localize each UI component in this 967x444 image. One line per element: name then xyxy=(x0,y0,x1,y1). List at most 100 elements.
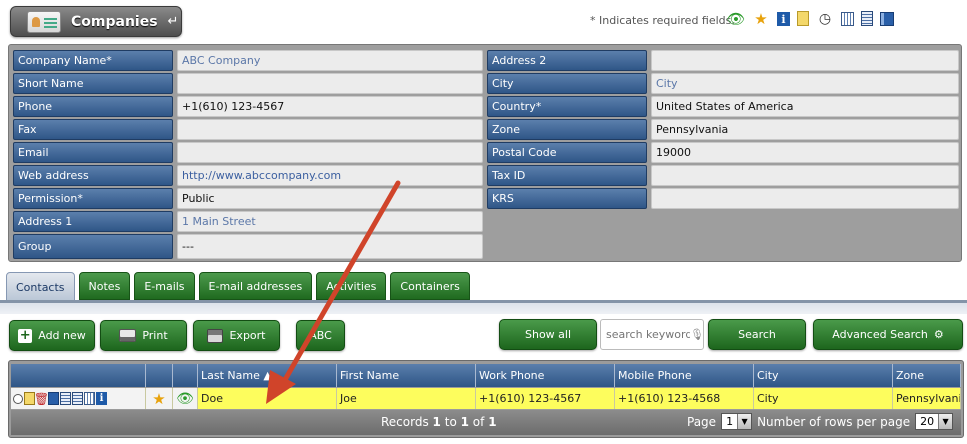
field-phone: Phone +1(610) 123-4567 xyxy=(13,96,483,117)
chevron-down-icon: ▼ xyxy=(737,414,752,429)
companies-title-button[interactable]: Companies ↵ xyxy=(10,6,182,37)
email-field[interactable] xyxy=(177,142,483,163)
header-actions xyxy=(11,364,146,387)
chevron-down-icon: ▼ xyxy=(938,414,953,429)
field-label: City xyxy=(487,73,647,94)
phone-field[interactable]: +1(610) 123-4567 xyxy=(177,96,483,117)
companies-icon xyxy=(27,10,61,33)
search-box: 🎙 xyxy=(600,319,704,350)
abc-button[interactable]: ABC xyxy=(296,320,345,351)
book-icon[interactable] xyxy=(880,12,894,26)
field-label: Country* xyxy=(487,96,647,117)
address-1-field[interactable]: 1 Main Street xyxy=(177,211,483,232)
country-field[interactable]: United States of America xyxy=(651,96,959,117)
star-icon[interactable]: ★ xyxy=(752,10,770,28)
calendar-icon[interactable] xyxy=(841,12,854,26)
address-2-field[interactable] xyxy=(651,50,959,71)
field-label: Short Name xyxy=(13,73,173,94)
short-name-field[interactable] xyxy=(177,73,483,94)
field-company-name: Company Name* ABC Company xyxy=(13,50,483,71)
field-email: Email xyxy=(13,142,483,163)
document-icon[interactable] xyxy=(60,392,71,405)
document-icon[interactable] xyxy=(861,11,873,26)
print-button[interactable]: Print xyxy=(100,320,187,351)
delete-icon[interactable]: 🗑 xyxy=(34,392,49,406)
tab-emails[interactable]: E-mails xyxy=(134,272,195,300)
print-label: Print xyxy=(142,329,168,342)
view-details-icon[interactable] xyxy=(13,393,23,404)
header-last-name[interactable]: Last Name ▲ xyxy=(198,364,337,387)
tab-contacts[interactable]: Contacts xyxy=(6,272,75,302)
group-field[interactable]: --- xyxy=(177,234,483,259)
microphone-icon[interactable]: 🎙 xyxy=(690,328,704,341)
records-total: 1 xyxy=(488,415,497,429)
pager: Page 1 ▼ Number of rows per page 20 ▼ xyxy=(687,413,954,430)
tab-activities[interactable]: Activities xyxy=(316,272,387,300)
tab-containers[interactable]: Containers xyxy=(390,272,470,300)
header-city[interactable]: City xyxy=(754,364,893,387)
records-from: 1 xyxy=(432,415,441,429)
add-new-button[interactable]: + Add new xyxy=(9,320,95,351)
field-fax: Fax xyxy=(13,119,483,140)
web-address-link[interactable]: http://www.abccompany.com xyxy=(177,165,483,186)
field-address-1: Address 1 1 Main Street xyxy=(13,211,483,232)
calendar-icon[interactable] xyxy=(84,392,95,405)
page-select[interactable]: 1 ▼ xyxy=(721,413,753,430)
cell-last-name: Doe xyxy=(198,388,337,409)
notes-icon[interactable] xyxy=(797,11,809,26)
table-row[interactable]: 🗑 i ★ 👁 Doe Joe +1(610) 123-4567 +1(610)… xyxy=(11,388,961,409)
search-label: Search xyxy=(738,328,776,341)
copy-icon[interactable] xyxy=(72,392,83,405)
field-label: Address 1 xyxy=(13,211,173,232)
page-value: 1 xyxy=(726,415,734,428)
cell-city: City xyxy=(754,388,893,409)
field-postal-code: Postal Code 19000 xyxy=(487,142,959,163)
fax-field[interactable] xyxy=(177,119,483,140)
field-label: Fax xyxy=(13,119,173,140)
export-button[interactable]: Export xyxy=(193,320,280,351)
tax-id-field[interactable] xyxy=(651,165,959,186)
search-input[interactable] xyxy=(606,328,690,341)
field-city: City City xyxy=(487,73,959,94)
eye-icon[interactable]: 👁 xyxy=(173,388,198,409)
rows-per-page-value: 20 xyxy=(920,415,935,428)
permission-field[interactable]: Public xyxy=(177,188,483,209)
add-new-label: Add new xyxy=(38,329,86,342)
krs-field[interactable] xyxy=(651,188,959,209)
show-all-label: Show all xyxy=(524,328,572,341)
field-country: Country* United States of America xyxy=(487,96,959,117)
field-group: Group --- xyxy=(13,234,483,259)
tab-email-addresses[interactable]: E-mail addresses xyxy=(198,272,313,300)
search-button[interactable]: Search xyxy=(708,319,806,350)
header-zone[interactable]: Zone xyxy=(893,364,961,387)
rows-per-page-select[interactable]: 20 ▼ xyxy=(915,413,954,430)
header-first-name[interactable]: First Name xyxy=(337,364,476,387)
book-icon[interactable] xyxy=(48,392,59,405)
advanced-search-button[interactable]: Advanced Search ⚙ xyxy=(813,319,963,350)
field-address-2: Address 2 xyxy=(487,50,959,71)
city-field[interactable]: City xyxy=(651,73,959,94)
zone-field[interactable]: Pennsylvania xyxy=(651,119,959,140)
field-label: Postal Code xyxy=(487,142,647,163)
eye-icon[interactable]: 👁 xyxy=(726,10,745,28)
row-actions: 🗑 i xyxy=(11,388,146,409)
field-short-name: Short Name xyxy=(13,73,483,94)
postal-code-field[interactable]: 19000 xyxy=(651,142,959,163)
field-label: Address 2 xyxy=(487,50,647,71)
cell-zone: Pennsylvania xyxy=(893,388,961,409)
abc-label: ABC xyxy=(309,329,332,342)
tab-notes[interactable]: Notes xyxy=(78,272,131,300)
header-mobile-phone[interactable]: Mobile Phone xyxy=(615,364,754,387)
star-icon[interactable]: ★ xyxy=(146,388,173,409)
back-arrow-icon: ↵ xyxy=(167,14,179,29)
info-icon[interactable]: i xyxy=(96,392,107,405)
company-name-field[interactable]: ABC Company xyxy=(177,50,483,71)
field-label: Tax ID xyxy=(487,165,647,186)
field-label: KRS xyxy=(487,188,647,209)
clock-icon[interactable]: ◷ xyxy=(816,10,834,28)
show-all-button[interactable]: Show all xyxy=(499,319,597,350)
export-icon xyxy=(207,328,224,343)
records-to-word: to xyxy=(444,415,457,429)
header-work-phone[interactable]: Work Phone xyxy=(476,364,615,387)
info-icon[interactable]: i xyxy=(777,12,790,26)
